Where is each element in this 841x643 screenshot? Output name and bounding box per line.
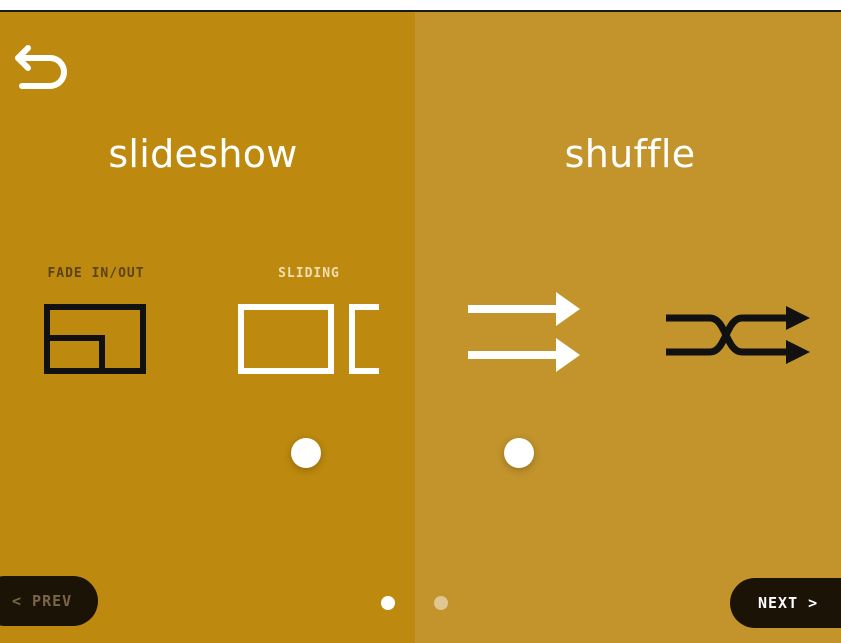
sliding-icon: [238, 304, 379, 374]
page-indicator-2: [434, 596, 448, 610]
sliding-label: SLIDING: [278, 266, 340, 281]
slideshow-title: slideshow: [108, 132, 298, 176]
fade-in-out-icon: [44, 304, 146, 374]
top-border: [0, 0, 841, 12]
straight-arrows-icon: [468, 292, 580, 372]
next-button[interactable]: NEXT >: [730, 578, 841, 628]
shuffle-title: shuffle: [564, 132, 696, 176]
prev-button[interactable]: < PREV: [0, 576, 98, 626]
straight-order-option[interactable]: [464, 286, 584, 378]
shuffle-icon: [666, 306, 810, 364]
slideshow-selection-indicator: [291, 438, 321, 468]
page-indicator-1: [381, 596, 395, 610]
shuffle-selection-indicator: [504, 438, 534, 468]
fade-in-out-option[interactable]: [40, 300, 150, 378]
back-arrow-icon: [15, 45, 67, 89]
back-button[interactable]: [12, 44, 72, 96]
sliding-option[interactable]: [234, 300, 384, 380]
shuffle-order-option[interactable]: [660, 298, 815, 372]
fade-in-out-label: FADE IN/OUT: [47, 266, 145, 281]
